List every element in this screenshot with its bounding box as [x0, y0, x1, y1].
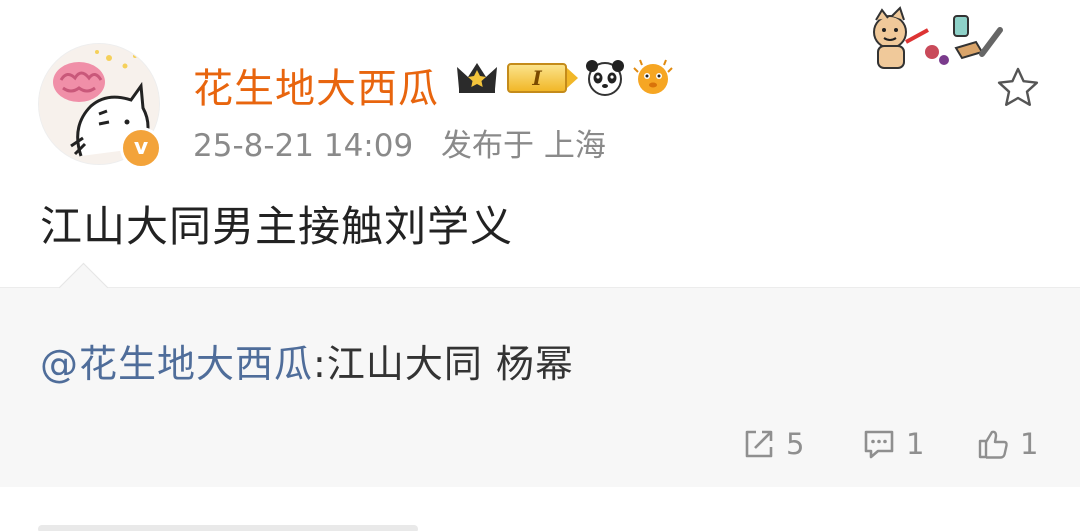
repost-text[interactable]: @花生地大西瓜:江山大同 杨幂 [40, 333, 574, 388]
next-item-text-bar [38, 525, 418, 531]
like-count: 1 [1020, 427, 1039, 461]
star-icon[interactable] [994, 64, 1042, 112]
username[interactable]: 花生地大西瓜 [193, 56, 439, 114]
repost-icon [745, 430, 773, 458]
next-item-preview [0, 487, 1080, 531]
action-bar: 5 1 1 [0, 424, 1080, 464]
decorative-sticker [873, 6, 1003, 69]
panda-icon [586, 60, 624, 96]
user-badges: I [455, 57, 673, 99]
next-item-text-placeholder [38, 511, 418, 531]
like-button[interactable]: 1 [976, 424, 1038, 464]
repost-count: 5 [786, 427, 805, 461]
comment-count: 1 [906, 427, 925, 461]
repost-button[interactable]: 5 [742, 424, 804, 464]
verified-badge-icon: v [120, 127, 162, 169]
post-meta: 25-8-21 14:09 发布于 上海 [193, 120, 606, 165]
repost-mention[interactable]: @花生地大西瓜 [40, 342, 313, 386]
thumbs-up-icon [978, 430, 1008, 459]
comment-button[interactable]: 1 [862, 424, 924, 464]
comment-icon [864, 430, 894, 459]
post-location: 发布于 上海 [441, 128, 606, 164]
level-badge: I [507, 63, 578, 93]
crown-icon [457, 63, 497, 93]
weibo-post-screen: v 花生地大西瓜 I 25-8-21 14:09 发布于 上海 江山大同男主接触… [0, 0, 1080, 531]
post-text: 江山大同男主接触刘学义 [40, 202, 514, 251]
pufferfish-icon [633, 59, 673, 94]
post-time: 25-8-21 14:09 [193, 128, 414, 164]
repost-content: :江山大同 杨幂 [313, 342, 574, 386]
